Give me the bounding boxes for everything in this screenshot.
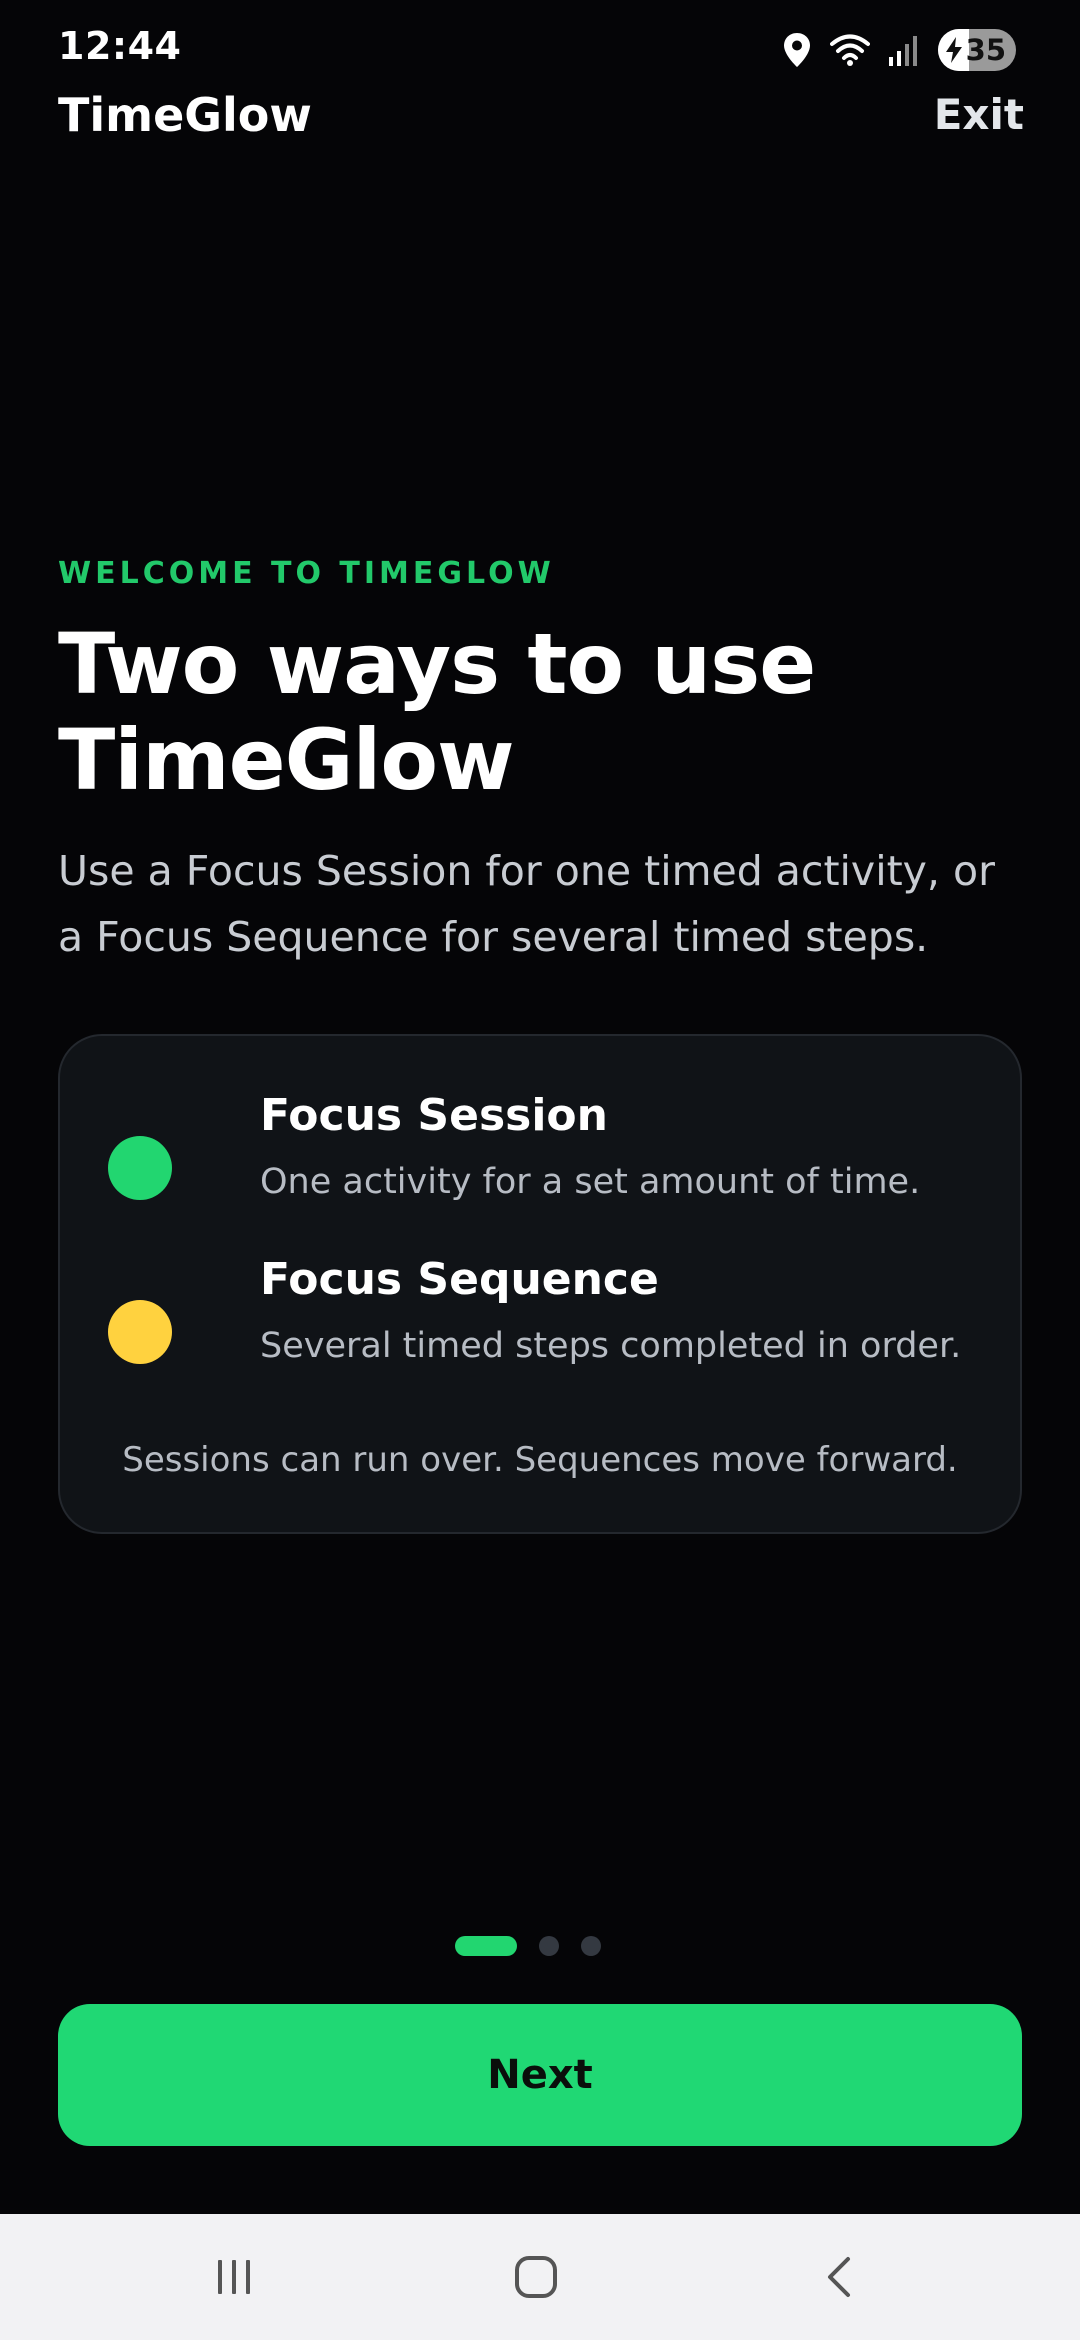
focus-sequence-title: Focus Sequence bbox=[260, 1254, 659, 1305]
focus-session-item: Focus Session One activity for a set amo… bbox=[108, 1090, 968, 1220]
battery-charging-icon: 35 bbox=[938, 29, 1016, 71]
exit-button[interactable]: Exit bbox=[934, 90, 1024, 139]
signal-icon bbox=[888, 33, 920, 67]
focus-session-dot-icon bbox=[108, 1136, 172, 1200]
system-nav-bar bbox=[0, 2214, 1080, 2340]
focus-session-description: One activity for a set amount of time. bbox=[260, 1162, 921, 1202]
focus-sequence-item: Focus Sequence Several timed steps compl… bbox=[108, 1254, 968, 1384]
page-indicator-dot-1 bbox=[455, 1936, 517, 1956]
location-icon bbox=[782, 32, 812, 68]
recents-icon bbox=[218, 2260, 250, 2294]
home-button[interactable] bbox=[456, 2214, 616, 2340]
focus-sequence-dot-icon bbox=[108, 1300, 172, 1364]
status-time: 12:44 bbox=[58, 24, 182, 68]
back-icon bbox=[828, 2257, 850, 2297]
status-bar: 12:44 35 bbox=[0, 0, 1080, 90]
recents-button[interactable] bbox=[154, 2214, 314, 2340]
focus-session-title: Focus Session bbox=[260, 1090, 608, 1141]
page-indicator-dot-2 bbox=[539, 1936, 559, 1956]
next-button[interactable]: Next bbox=[58, 2004, 1022, 2146]
page-subtitle: Use a Focus Session for one timed activi… bbox=[58, 847, 995, 961]
welcome-eyebrow: WELCOME TO TIMEGLOW bbox=[58, 556, 555, 591]
battery-percent: 35 bbox=[965, 33, 1006, 67]
wifi-icon bbox=[830, 33, 870, 67]
onboarding-screen: 12:44 35 TimeGlow Exit WELCOME TO TIMEGL… bbox=[0, 0, 1080, 2340]
app-title: TimeGlow bbox=[58, 88, 312, 142]
page-indicator-dot-3 bbox=[581, 1936, 601, 1956]
modes-card: Focus Session One activity for a set amo… bbox=[58, 1034, 1022, 1534]
page-title: Two ways to use TimeGlow bbox=[58, 615, 816, 809]
modes-footnote: Sessions can run over. Sequences move fo… bbox=[122, 1440, 958, 1480]
focus-sequence-description: Several timed steps completed in order. bbox=[260, 1326, 962, 1366]
status-icons: 35 bbox=[782, 28, 1016, 72]
home-icon bbox=[515, 2256, 557, 2298]
back-button[interactable] bbox=[760, 2214, 920, 2340]
page-indicator bbox=[0, 1936, 1080, 1956]
